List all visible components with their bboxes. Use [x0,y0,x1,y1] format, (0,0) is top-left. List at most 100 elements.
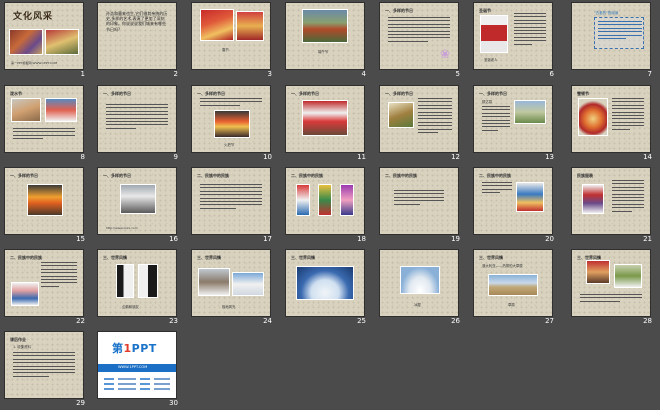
slide-heading: 课后作业 [10,337,26,342]
slide-heading: 二、民族中的民族 [10,255,42,260]
slide-thumbnail-21[interactable]: 民族服装 21 [572,168,654,246]
slide-preview: 一、多样的节日 http://www.xxxx.com [98,168,176,234]
slide-thumbnail-8[interactable]: 泼水节 8 [5,86,87,164]
ppt-logo: 第1PPT [112,342,157,355]
photo-image [45,29,79,55]
slide-thumbnail-15[interactable]: 一、多样的节日 15 [5,168,87,246]
slide-thumbnail-19[interactable]: 二、民族中的民族 19 [380,168,462,246]
slide-preview: 二、民族中的民族 [192,168,270,234]
slide-thumbnail-26[interactable]: 冰屋 26 [380,250,462,328]
slide-heading: 二、民族中的民族 [197,173,229,178]
slide-thumbnail-7[interactable]: "古老的"的阅读 7 [572,3,654,81]
slide-number: 8 [80,153,85,161]
slide-number: 21 [643,235,652,243]
person-figure [296,184,310,216]
slide-thumbnail-28[interactable]: 三、世界风情 28 [572,250,654,328]
slide-caption: 端午节 [318,50,329,54]
photo-image [198,268,230,296]
slide-thumbnail-16[interactable]: 一、多样的节日 http://www.xxxx.com 16 [98,168,180,246]
photo-image [9,29,43,55]
slide-preview: 圣诞节 圣诞老人 [474,3,552,69]
slide-thumbnail-18[interactable]: 二、民族中的民族 18 [286,168,368,246]
slide-thumbnail-20[interactable]: 二、民族中的民族 20 [474,168,556,246]
text-lines [418,98,452,135]
slide-number: 16 [169,235,178,243]
photo-image [11,98,41,122]
slide-thumbnail-27[interactable]: 三、世界风情 澳大利亚——热带的大草原 草原 27 [474,250,556,328]
slide-preview: 一、多样的节日 [380,86,458,152]
slide-preview: 雪顿节 [572,86,650,152]
slide-thumbnail-5[interactable]: 一、多样的节日 ❀ 5 [380,3,462,81]
slide-caption: 草原 [508,303,515,307]
text-lines [482,182,512,196]
slide-thumbnail-23[interactable]: 三、世界风情 企鹅和朋友 23 [98,250,180,328]
slide-preview: 三、世界风情 澳大利亚——热带的大草原 草原 [474,250,552,316]
slide-heading: 一、多样的节日 [385,91,413,96]
slide-heading: 二、民族中的民族 [479,173,511,178]
slide-heading: 雪顿节 [577,91,589,96]
text-lines [580,294,642,304]
text-lines [13,352,75,379]
photo-image [514,100,546,124]
slide-preview: 泼水节 [5,86,83,152]
slide-caption: 极地风光 [222,305,236,309]
slide-thumbnail-10[interactable]: 一、多样的节日 火把节 10 [192,86,274,164]
text-lines [106,104,168,131]
slide-number: 28 [643,317,652,325]
slide-thumbnail-17[interactable]: 二、民族中的民族 17 [192,168,274,246]
slide-number: 23 [169,317,178,325]
slide-number: 11 [357,153,366,161]
slide-number: 22 [76,317,85,325]
slide-thumbnail-3[interactable]: 春节 3 [192,3,274,81]
photo-image [586,260,610,284]
slide-preview: 一、多样的节日 火把节 [192,86,270,152]
photo-image [296,266,354,300]
slide-thumbnail-25[interactable]: 三、世界风情 25 [286,250,368,328]
slide-thumbnail-11[interactable]: 一、多样的节日 11 [286,86,368,164]
slide-number: 6 [549,70,554,78]
photo-image [200,9,234,41]
slide-preview: 第1PPT WWW.1PPT.COM [98,332,176,398]
slide-number: 25 [357,317,366,325]
slide-thumbnail-22[interactable]: 二、民族中的民族 22 [5,250,87,328]
photo-image [516,182,544,212]
slide-preview: 二、民族中的民族 [380,168,458,234]
slide-thumbnail-9[interactable]: 一、多样的节日 9 [98,86,180,164]
slide-thumbnail-4[interactable]: 端午节 4 [286,3,368,81]
text-lines [394,190,444,207]
slide-caption: 春节 [222,48,229,52]
slide-subheading: 澳大利亚——热带的大草原 [482,264,523,268]
text-lines [482,106,510,133]
slide-body-text: 孙浩和墨来也生,它们借其亲统的历史,多样的艺术,表演了更加了深刻的印象。你说说说… [106,11,168,32]
slide-preview: 二、民族中的民族 [5,250,83,316]
slide-thumbnail-24[interactable]: 三、世界风情 极地风光 24 [192,250,274,328]
slide-preview: "古老的"的阅读 [572,3,650,69]
flower-icon: ❀ [440,47,451,61]
slide-thumbnail-2[interactable]: 孙浩和墨来也生,它们借其亲统的历史,多样的艺术,表演了更加了深刻的印象。你说说说… [98,3,180,81]
slide-preview: 二、民族中的民族 [286,168,364,234]
penguin-image [138,264,158,298]
slide-title: 文化风采 [13,12,54,22]
slide-number: 4 [361,70,366,78]
slide-thumbnail-13[interactable]: 一、多样的节日 那达慕 13 [474,86,556,164]
slide-thumbnail-1[interactable]: 文化风采 第一PPT模板网-WWW.1PPT.COM 1 [5,3,87,81]
slide-thumbnail-12[interactable]: 一、多样的节日 12 [380,86,462,164]
slide-heading: 二、民族中的民族 [385,173,417,178]
slide-thumbnail-29[interactable]: 课后作业 1. 收集资料 29 [5,332,87,410]
slide-number: 2 [173,70,178,78]
slide-heading: "古老的"的阅读 [594,11,619,15]
text-lines [388,17,450,44]
photo-image [388,102,414,128]
text-lines [200,184,262,211]
text-lines [612,98,644,132]
slide-thumbnail-6[interactable]: 圣诞节 圣诞老人 6 [474,3,556,81]
slide-heading: 一、多样的节日 [385,8,413,13]
slide-number: 30 [169,399,178,407]
text-lines [41,262,77,289]
slide-number: 14 [643,153,652,161]
slide-number: 27 [545,317,554,325]
slide-number: 20 [545,235,554,243]
slide-thumbnail-14[interactable]: 雪顿节 14 [572,86,654,164]
slide-caption: http://www.xxxx.com [106,226,138,230]
slide-thumbnail-30[interactable]: 第1PPT WWW.1PPT.COM 30 [98,332,180,410]
